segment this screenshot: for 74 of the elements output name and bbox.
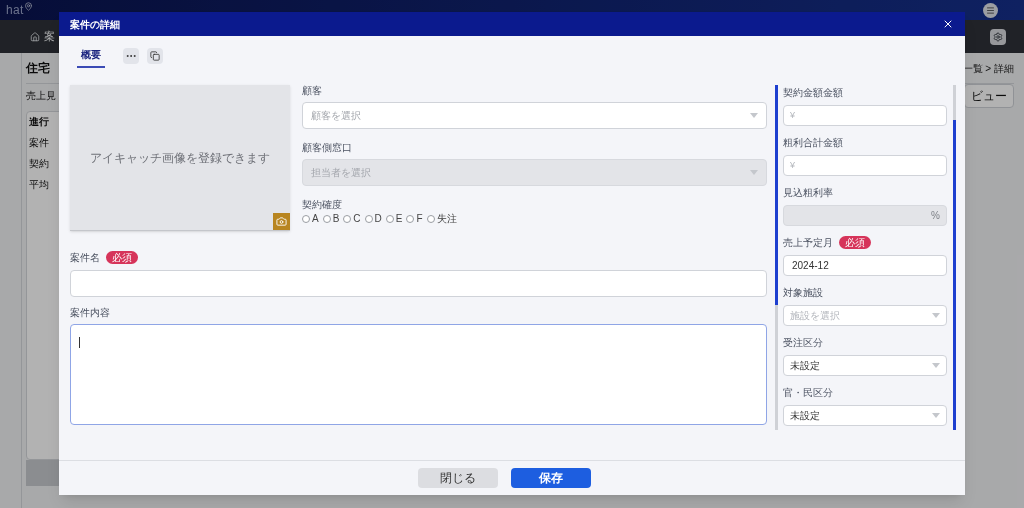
radio-option[interactable]: 失注 <box>426 214 457 224</box>
required-badge: 必須 <box>839 236 871 249</box>
select-placeholder: 顧客を選択 <box>311 109 361 123</box>
dropdown-caret-icon <box>932 413 940 418</box>
radio-option[interactable]: C <box>343 214 361 224</box>
close-button[interactable]: 閉じる <box>418 468 498 488</box>
field-label: 契約金額金額 <box>783 87 843 98</box>
currency-symbol: ¥ <box>790 158 795 172</box>
percent-symbol: % <box>931 209 940 223</box>
text-field[interactable] <box>70 270 767 297</box>
radio-option[interactable]: B <box>322 214 340 224</box>
more-button[interactable] <box>123 47 139 64</box>
field-label: 契約確度 <box>302 200 343 210</box>
text-cursor <box>79 337 80 348</box>
dropdown-caret-icon <box>750 170 758 175</box>
card-row-text: 平均 <box>29 178 49 192</box>
gear-icon <box>993 31 1003 42</box>
radio-option[interactable]: F <box>406 214 423 224</box>
radio-button[interactable] <box>406 215 415 223</box>
radio-option[interactable]: D <box>364 214 382 224</box>
field-label: 顧客 <box>302 86 323 96</box>
radio-button[interactable] <box>426 215 435 223</box>
save-button[interactable]: 保存 <box>511 468 591 488</box>
radio-button[interactable] <box>385 215 394 223</box>
field-label: 顧客側窓口 <box>302 143 353 153</box>
select-value: 未設定 <box>790 409 820 423</box>
radio-option[interactable]: A <box>302 214 319 224</box>
field-label: 受注区分 <box>783 337 823 348</box>
select-field[interactable]: 未設定 <box>783 355 947 376</box>
field-label: 対象施設 <box>783 287 823 298</box>
home-icon <box>30 31 40 42</box>
field-label: 案件内容 <box>70 308 111 318</box>
card-title: 進行 <box>29 115 49 129</box>
currency-symbol: ¥ <box>790 108 795 122</box>
dropdown-caret-icon <box>932 363 940 368</box>
menu-icon <box>986 5 995 15</box>
text-field[interactable]: 2024-12 <box>783 255 947 276</box>
image-placeholder[interactable]: アイキャッチ画像を登録できます <box>70 85 290 231</box>
radio-button[interactable] <box>302 215 310 223</box>
copy-icon <box>150 50 160 61</box>
image-placeholder-text: アイキャッチ画像を登録できます <box>90 149 270 167</box>
camera-icon <box>276 216 287 227</box>
settings-button[interactable] <box>990 28 1006 45</box>
radio-button[interactable] <box>322 215 331 223</box>
card-row-text: 案件 <box>29 136 49 150</box>
select-value: 未設定 <box>790 359 820 373</box>
page-title: 住宅 <box>26 60 50 77</box>
field-label: 見込粗利率 <box>783 187 833 198</box>
nav-link[interactable]: 案 <box>44 28 55 45</box>
view-button[interactable]: ビュー <box>964 83 1014 108</box>
select-field[interactable]: 未設定 <box>783 405 947 426</box>
copy-button[interactable] <box>147 47 163 64</box>
camera-button[interactable] <box>273 213 290 230</box>
dialog-title: 案件の詳細 <box>70 17 120 32</box>
dropdown-caret-icon <box>750 113 758 118</box>
section-text: 売上見 <box>26 89 56 103</box>
field-value: 2024-12 <box>792 259 829 273</box>
app-logo: hat <box>6 2 24 19</box>
tab[interactable]: 概要 <box>77 43 105 68</box>
close-icon[interactable] <box>942 18 954 30</box>
field-label: 案件名 <box>70 252 100 263</box>
required-badge: 必須 <box>106 251 138 264</box>
field-label: 売上予定月 <box>783 237 833 248</box>
dropdown-caret-icon <box>932 313 940 318</box>
field-label: 粗利合計金額 <box>783 137 843 148</box>
radio-button[interactable] <box>343 215 352 223</box>
select-placeholder: 施設を選択 <box>790 309 840 323</box>
card-row-text: 契約 <box>29 157 49 171</box>
pin-icon <box>23 1 33 11</box>
radio-button[interactable] <box>364 215 373 223</box>
field-label: 官・民区分 <box>783 387 833 398</box>
radio-option[interactable]: E <box>385 214 403 224</box>
textarea-field[interactable] <box>70 324 767 425</box>
menu-button[interactable] <box>983 2 998 18</box>
